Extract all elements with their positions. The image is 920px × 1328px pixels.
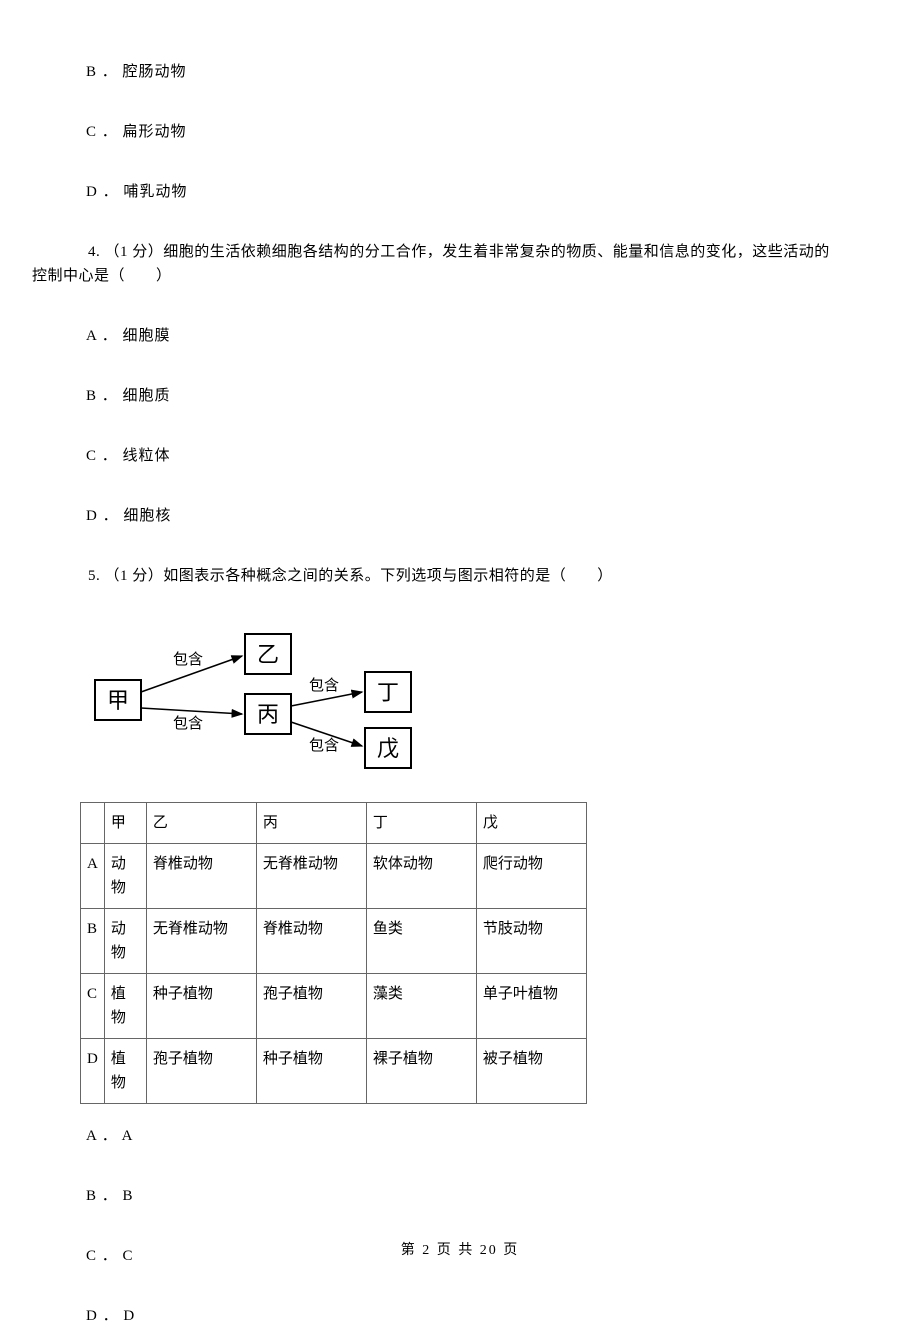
- table-header-wu: 戊: [476, 803, 586, 844]
- row-b-label: B: [81, 909, 105, 974]
- q5-option-a: A ． A: [86, 1124, 860, 1148]
- edge-bing-wu-label: 包含: [309, 737, 339, 754]
- q5-stem: 5. （1 分）如图表示各种概念之间的关系。下列选项与图示相符的是（ ）: [60, 564, 860, 588]
- q4-stem-line2: 控制中心是（ ）: [32, 268, 172, 284]
- node-wu: 戊: [377, 736, 399, 761]
- page-footer: 第 2 页 共 20 页: [0, 1240, 920, 1262]
- row-a-wu: 爬行动物: [476, 844, 586, 909]
- row-c-jia: 植物: [104, 974, 146, 1039]
- row-c-wu: 单子叶植物: [476, 974, 586, 1039]
- row-b-jia: 动物: [104, 909, 146, 974]
- q4-option-d: D ． 细胞核: [86, 504, 860, 528]
- table-header-bing: 丙: [256, 803, 366, 844]
- row-b-yi: 无脊椎动物: [146, 909, 256, 974]
- row-b-wu: 节肢动物: [476, 909, 586, 974]
- q4-stem: 4. （1 分）细胞的生活依赖细胞各结构的分工合作，发生着非常复杂的物质、能量和…: [60, 240, 860, 288]
- row-d-bing: 种子植物: [256, 1039, 366, 1104]
- q5-option-b: B ． B: [86, 1184, 860, 1208]
- table-row: C 植物 种子植物 孢子植物 藻类 单子叶植物: [81, 974, 587, 1039]
- q4-option-c: C ． 线粒体: [86, 444, 860, 468]
- q3-option-b: B ． 腔肠动物: [86, 60, 860, 84]
- q3-option-d: D ． 哺乳动物: [86, 180, 860, 204]
- row-d-ding: 裸子植物: [366, 1039, 476, 1104]
- node-bing: 丙: [257, 702, 279, 727]
- row-c-bing: 孢子植物: [256, 974, 366, 1039]
- q5-diagram: 甲 乙 丙 丁 戊 包含 包含 包含 包含: [80, 624, 860, 782]
- node-yi: 乙: [257, 642, 279, 667]
- row-a-label: A: [81, 844, 105, 909]
- row-a-yi: 脊椎动物: [146, 844, 256, 909]
- table-row: A 动物 脊椎动物 无脊椎动物 软体动物 爬行动物: [81, 844, 587, 909]
- table-header-jia: 甲: [104, 803, 146, 844]
- row-b-bing: 脊椎动物: [256, 909, 366, 974]
- row-c-label: C: [81, 974, 105, 1039]
- row-c-yi: 种子植物: [146, 974, 256, 1039]
- q4-stem-line1: 4. （1 分）细胞的生活依赖细胞各结构的分工合作，发生着非常复杂的物质、能量和…: [88, 244, 830, 260]
- row-a-jia: 动物: [104, 844, 146, 909]
- row-d-label: D: [81, 1039, 105, 1104]
- row-a-bing: 无脊椎动物: [256, 844, 366, 909]
- edge-bing-ding-label: 包含: [309, 677, 339, 694]
- q4-option-a: A ． 细胞膜: [86, 324, 860, 348]
- q3-option-c: C ． 扁形动物: [86, 120, 860, 144]
- table-header-ding: 丁: [366, 803, 476, 844]
- table-row: B 动物 无脊椎动物 脊椎动物 鱼类 节肢动物: [81, 909, 587, 974]
- row-d-yi: 孢子植物: [146, 1039, 256, 1104]
- row-d-wu: 被子植物: [476, 1039, 586, 1104]
- q5-table: 甲 乙 丙 丁 戊 A 动物 脊椎动物 无脊椎动物 软体动物 爬行动物 B 动物…: [80, 802, 587, 1104]
- node-jia: 甲: [107, 688, 129, 713]
- edge-jia-yi-label: 包含: [173, 651, 203, 668]
- node-ding: 丁: [377, 680, 399, 705]
- table-row: D 植物 孢子植物 种子植物 裸子植物 被子植物: [81, 1039, 587, 1104]
- row-c-ding: 藻类: [366, 974, 476, 1039]
- q4-option-b: B ． 细胞质: [86, 384, 860, 408]
- row-d-jia: 植物: [104, 1039, 146, 1104]
- table-header-yi: 乙: [146, 803, 256, 844]
- row-b-ding: 鱼类: [366, 909, 476, 974]
- q5-option-d: D ． D: [86, 1304, 860, 1328]
- row-a-ding: 软体动物: [366, 844, 476, 909]
- edge-jia-bing-label: 包含: [173, 715, 203, 732]
- table-header-blank: [81, 803, 105, 844]
